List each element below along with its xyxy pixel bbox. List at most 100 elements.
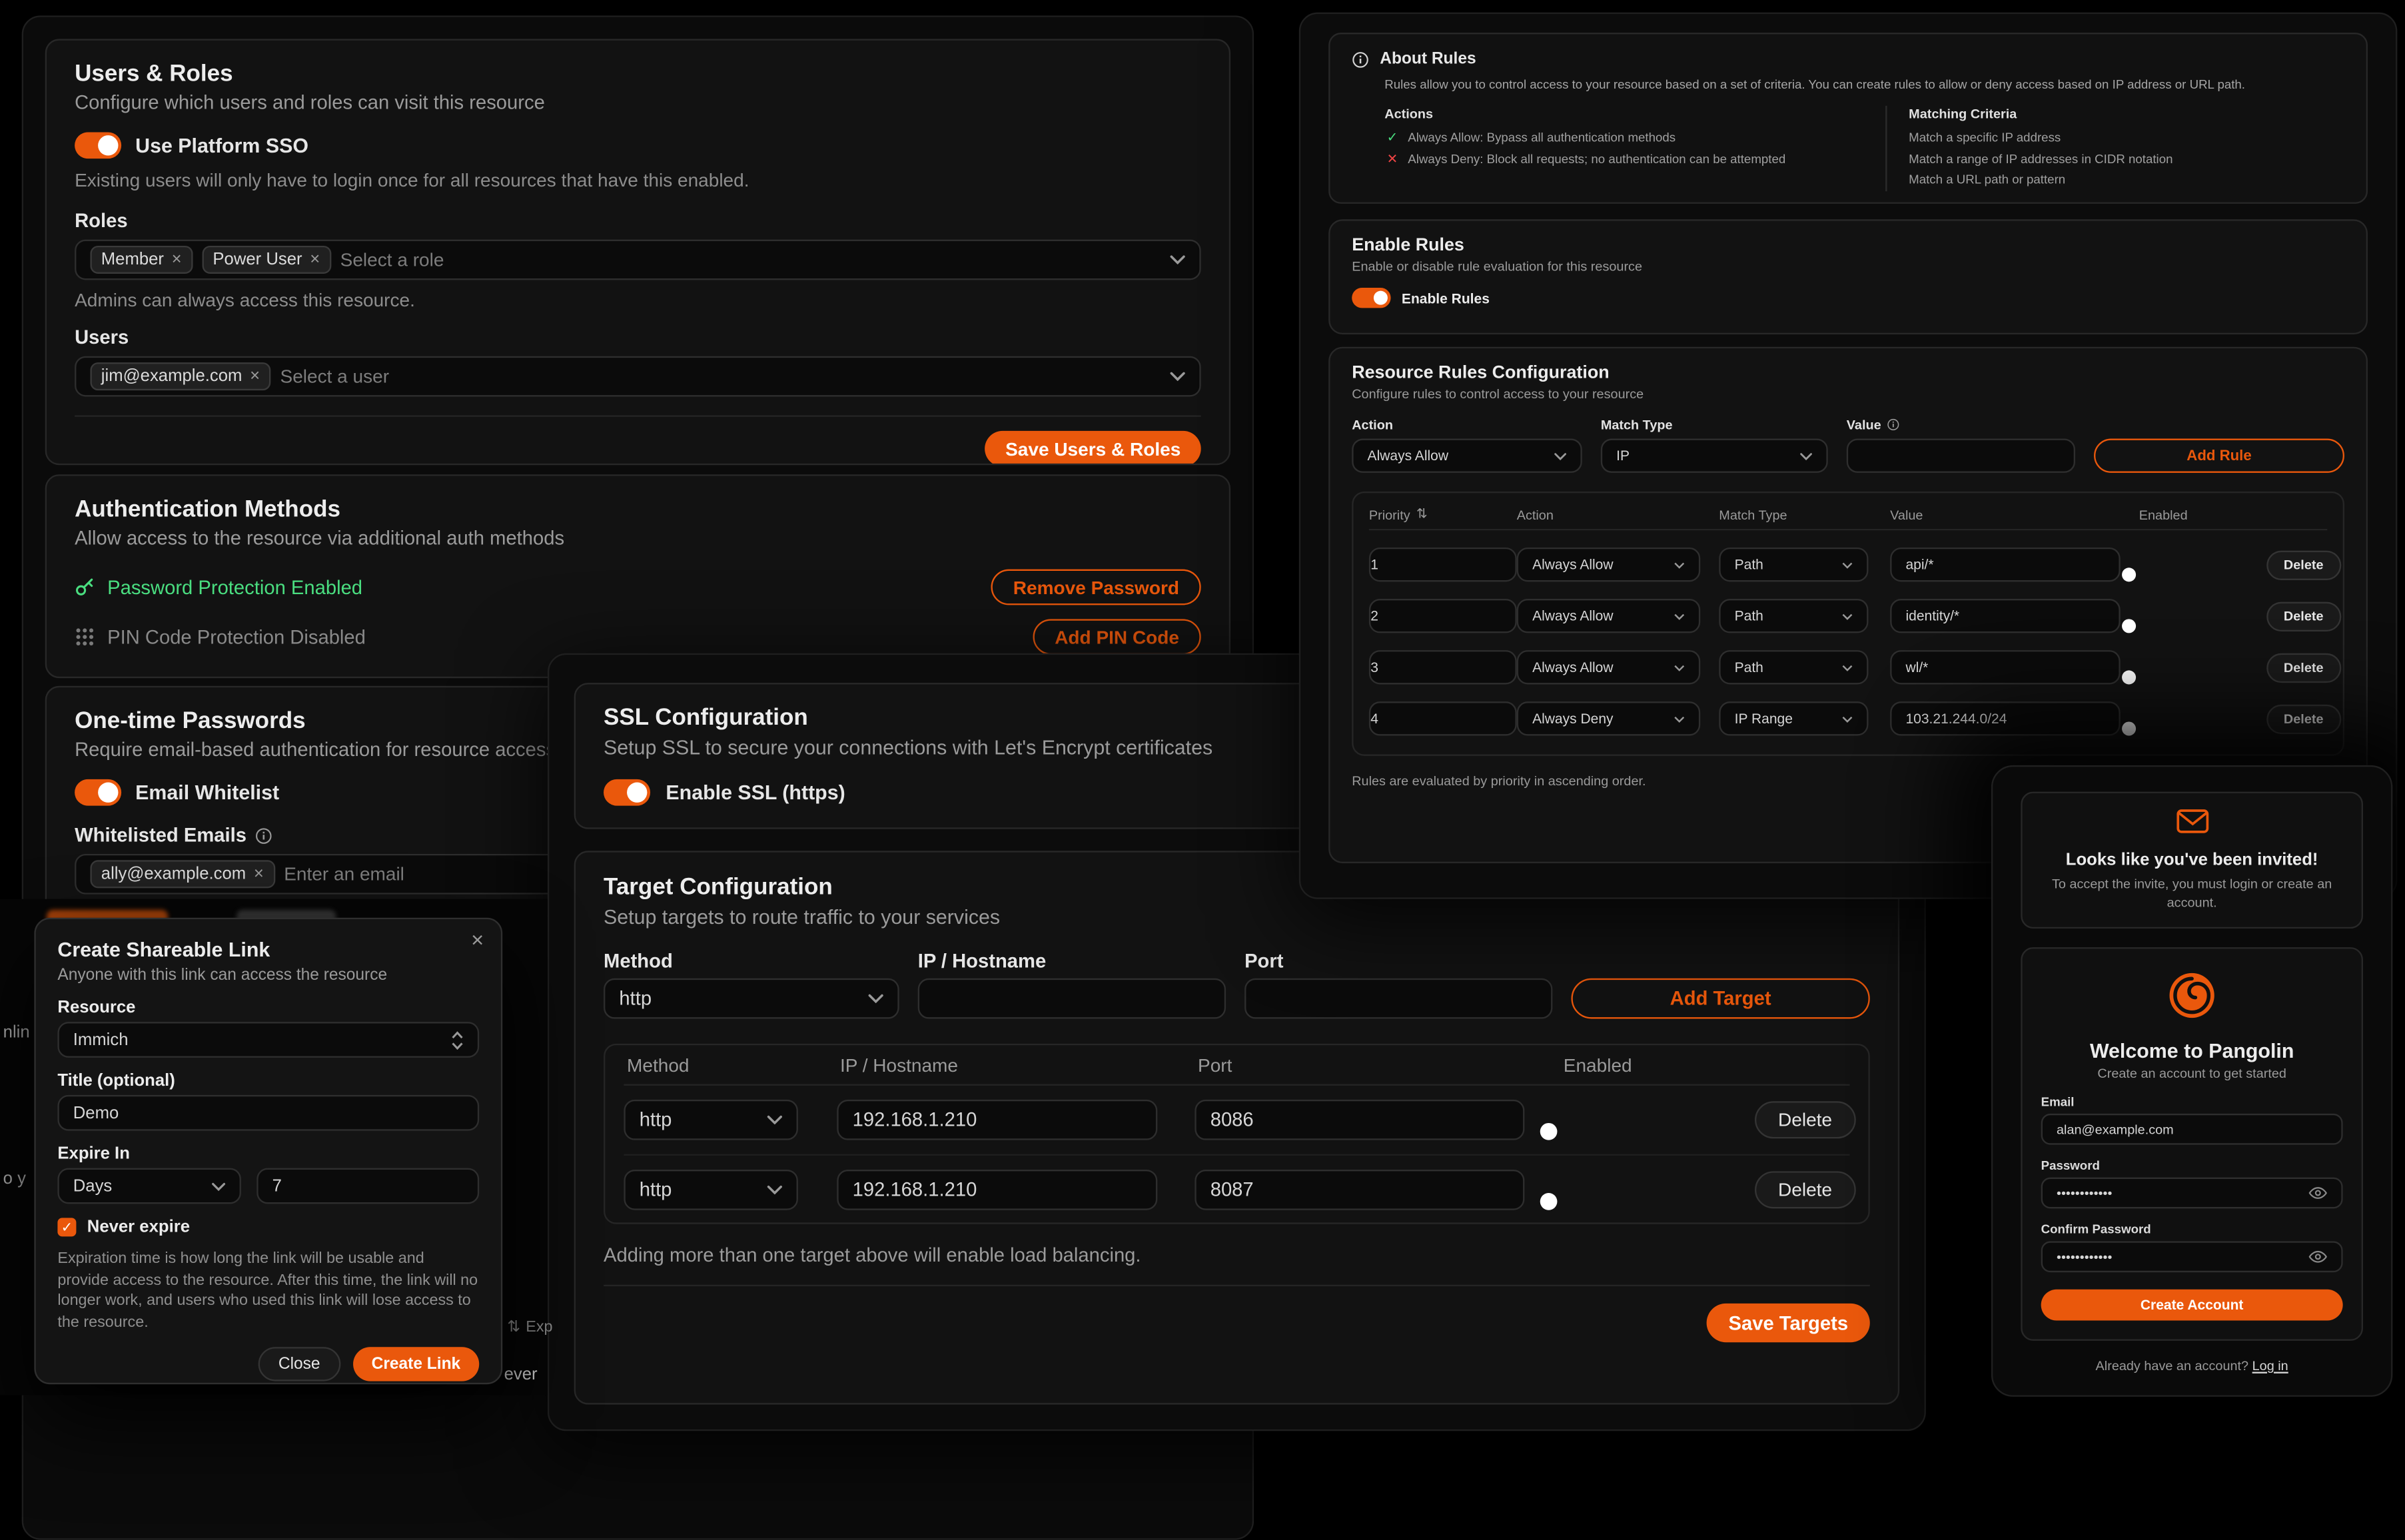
ip-input[interactable] <box>918 978 1226 1019</box>
sort-icon[interactable]: ⇅ <box>1416 506 1428 523</box>
never-expire-checkbox[interactable]: ✓ <box>57 1218 76 1236</box>
rule-action-select[interactable]: Always Deny <box>1517 701 1701 735</box>
role-chip[interactable]: Member× <box>90 246 193 274</box>
email-label: Email <box>2041 1095 2343 1109</box>
chip-remove-icon[interactable]: × <box>254 865 264 883</box>
eye-icon[interactable] <box>2308 1187 2327 1200</box>
email-whitelist-toggle[interactable] <box>75 779 121 806</box>
enable-rules-subtitle: Enable or disable rule evaluation for th… <box>1352 258 2344 274</box>
rule-action-select[interactable]: Always Allow <box>1352 438 1582 472</box>
method-select[interactable]: http <box>604 978 899 1019</box>
row-port-input[interactable] <box>1195 1100 1524 1140</box>
deny-line: Always Deny: Block all requests; no auth… <box>1408 149 1785 170</box>
rule-action-select[interactable]: Always Allow <box>1517 650 1701 684</box>
criteria-line: Match a URL path or pattern <box>1909 170 2344 191</box>
row-ip-input[interactable] <box>837 1169 1157 1210</box>
rules-config-title: Resource Rules Configuration <box>1352 364 2344 382</box>
delete-rule-button[interactable]: Delete <box>2266 601 2340 631</box>
title-label: Title (optional) <box>57 1072 479 1090</box>
delete-rule-button[interactable]: Delete <box>2266 653 2340 682</box>
row-method-select[interactable]: http <box>624 1100 798 1140</box>
close-icon[interactable]: × <box>471 929 484 951</box>
port-input[interactable] <box>1244 978 1552 1019</box>
delete-target-button[interactable]: Delete <box>1755 1101 1855 1138</box>
emails-placeholder: Enter an email <box>284 863 404 885</box>
rule-match-select[interactable]: IP <box>1601 438 1828 472</box>
sort-icon: ⇅ <box>507 1319 520 1336</box>
auth-methods-card: Authentication Methods Allow access to t… <box>45 474 1230 678</box>
envelope-icon <box>2176 809 2208 833</box>
delete-rule-button[interactable]: Delete <box>2266 704 2340 733</box>
rule-priority-input[interactable] <box>1369 548 1517 581</box>
chip-remove-icon[interactable]: × <box>172 251 182 268</box>
eye-icon[interactable] <box>2308 1250 2327 1263</box>
rule-priority-input[interactable] <box>1369 701 1517 735</box>
rule-action-select[interactable]: Always Allow <box>1517 548 1701 581</box>
users-roles-card: Users & Roles Configure which users and … <box>45 39 1230 465</box>
chip-remove-icon[interactable]: × <box>310 251 320 268</box>
user-chip[interactable]: jim@example.com× <box>90 362 270 390</box>
target-subtitle: Setup targets to route traffic to your s… <box>604 905 1870 929</box>
password-status: Password Protection Enabled <box>107 576 362 598</box>
save-targets-button[interactable]: Save Targets <box>1707 1304 1870 1342</box>
expire-unit-select[interactable]: Days <box>57 1168 241 1204</box>
roles-multiselect[interactable]: Member× Power User× Select a role <box>75 240 1201 280</box>
rule-match-select[interactable]: IP Range <box>1719 701 1868 735</box>
remove-password-button[interactable]: Remove Password <box>991 570 1201 605</box>
row-port-input[interactable] <box>1195 1169 1524 1210</box>
criteria-col-title: Matching Criteria <box>1909 106 2344 121</box>
rule-value-input[interactable] <box>1890 701 2121 735</box>
password-field[interactable]: •••••••••••• <box>2041 1178 2343 1209</box>
enable-rules-toggle[interactable] <box>1352 288 1390 308</box>
enable-ssl-toggle[interactable] <box>604 779 650 806</box>
rule-match-select[interactable]: Path <box>1719 650 1868 684</box>
rule-value-input[interactable] <box>1890 599 2121 633</box>
title-input[interactable] <box>57 1095 479 1131</box>
login-link[interactable]: Log in <box>2252 1358 2288 1373</box>
roles-label: Roles <box>75 210 1201 232</box>
enable-ssl-label: Enable SSL (https) <box>666 781 845 804</box>
add-rule-button[interactable]: Add Rule <box>2094 438 2344 472</box>
key-icon <box>75 577 95 597</box>
keypad-icon <box>75 627 95 647</box>
role-chip[interactable]: Power User× <box>202 246 331 274</box>
rule-match-select[interactable]: Path <box>1719 548 1868 581</box>
confirm-password-field[interactable]: •••••••••••• <box>2041 1241 2343 1272</box>
rule-value-input[interactable] <box>1890 548 2121 581</box>
rule-action-select[interactable]: Always Allow <box>1517 599 1701 633</box>
users-label: Users <box>75 326 1201 348</box>
row-method-select[interactable]: http <box>624 1169 798 1210</box>
rule-priority-input[interactable] <box>1369 650 1517 684</box>
modal-title: Create Shareable Link <box>57 938 479 961</box>
enable-rules-toggle-label: Enable Rules <box>1402 290 1490 305</box>
add-pin-button[interactable]: Add PIN Code <box>1033 619 1201 655</box>
close-button[interactable]: Close <box>258 1347 340 1381</box>
save-users-roles-button[interactable]: Save Users & Roles <box>985 431 1201 465</box>
create-account-button[interactable]: Create Account <box>2041 1290 2343 1321</box>
criteria-line: Match a specific IP address <box>1909 127 2344 149</box>
ip-label: IP / Hostname <box>918 951 1226 972</box>
chevrons-up-down-icon <box>451 1030 464 1049</box>
delete-target-button[interactable]: Delete <box>1755 1170 1855 1208</box>
rule-match-select[interactable]: Path <box>1719 599 1868 633</box>
chevron-down-icon <box>1170 372 1185 381</box>
platform-sso-toggle[interactable] <box>75 132 121 159</box>
rule-value-input[interactable] <box>1847 438 2075 472</box>
chip-remove-icon[interactable]: × <box>250 368 260 385</box>
rules-config-subtitle: Configure rules to control access to you… <box>1352 386 2344 401</box>
x-icon: ✕ <box>1384 149 1400 170</box>
row-ip-input[interactable] <box>837 1100 1157 1140</box>
expire-value-input[interactable] <box>256 1168 479 1204</box>
email-chip[interactable]: ally@example.com× <box>90 860 274 888</box>
resource-select[interactable]: Immich <box>57 1022 479 1058</box>
rule-value-input[interactable] <box>1890 650 2121 684</box>
delete-rule-button[interactable]: Delete <box>2266 550 2340 579</box>
background-text-fragment: nlin <box>3 1023 30 1042</box>
sso-hint: Existing users will only have to login o… <box>75 170 1201 192</box>
email-field[interactable] <box>2041 1114 2343 1145</box>
enable-rules-card: Enable Rules Enable or disable rule eval… <box>1328 219 2368 334</box>
users-multiselect[interactable]: jim@example.com× Select a user <box>75 356 1201 397</box>
rule-priority-input[interactable] <box>1369 599 1517 633</box>
create-link-button[interactable]: Create Link <box>353 1347 480 1381</box>
add-target-button[interactable]: Add Target <box>1571 978 1869 1019</box>
